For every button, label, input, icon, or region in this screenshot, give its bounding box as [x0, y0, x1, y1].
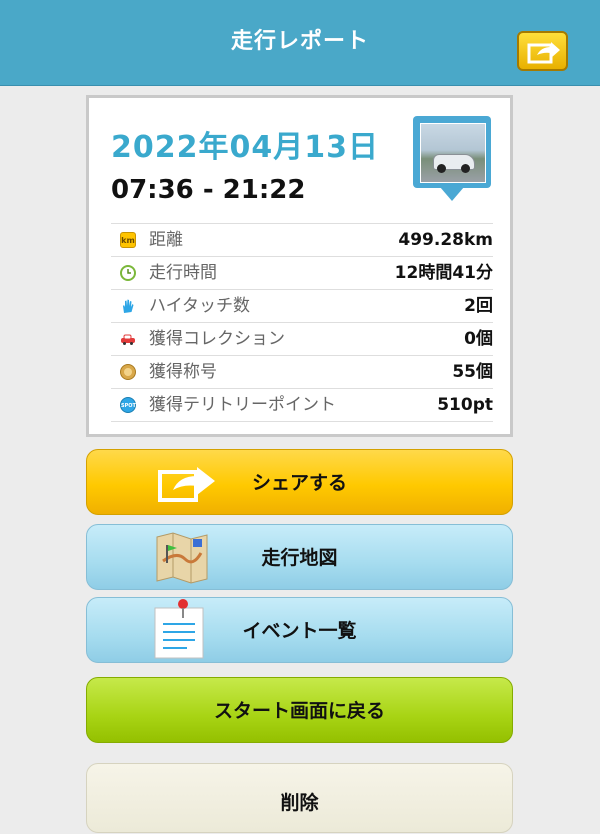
km-icon: km [120, 232, 136, 248]
delete-button-label: 削除 [280, 792, 319, 814]
page-title: 走行レポート [230, 29, 369, 54]
stat-value: 499.28km [398, 230, 493, 250]
stat-label: ハイタッチ数 [149, 296, 250, 316]
stat-row-titles: 獲得称号 55個 [111, 355, 493, 388]
share-button[interactable]: シェアする [86, 449, 513, 515]
medal-icon [120, 364, 136, 380]
hand-icon [120, 298, 136, 314]
car-photo-pin[interactable] [413, 116, 493, 214]
event-list-button-label: イベント一覧 [242, 620, 357, 642]
stat-row-territory: SPOT 獲得テリトリーポイント 510pt [111, 388, 493, 422]
photo-frame [413, 116, 491, 188]
drive-map-button[interactable]: 走行地図 [86, 524, 513, 590]
car-photo-icon [420, 123, 486, 183]
stat-label: 走行時間 [149, 263, 217, 283]
stat-row-drive-time: 走行時間 12時間41分 [111, 256, 493, 289]
car-icon [120, 331, 136, 347]
report-time-range: 07:36 - 21:22 [111, 175, 306, 205]
stat-label: 獲得称号 [149, 362, 217, 382]
clock-icon [120, 265, 136, 281]
event-list-button[interactable]: イベント一覧 [86, 597, 513, 663]
stat-value: 0個 [464, 329, 493, 349]
stat-value: 2回 [464, 296, 493, 316]
delete-button[interactable]: 削除 [86, 763, 513, 833]
map-icon [156, 532, 208, 584]
report-date: 2022年04月13日 [111, 130, 379, 165]
memo-pin-icon [154, 599, 204, 659]
stat-label: 獲得テリトリーポイント [149, 395, 336, 415]
pin-tip [440, 187, 464, 201]
stat-label: 獲得コレクション [149, 329, 285, 349]
stat-row-distance: km 距離 499.28km [111, 223, 493, 256]
share-icon [527, 42, 560, 64]
back-to-start-button[interactable]: スタート画面に戻る [86, 677, 513, 743]
stat-value: 12時間41分 [394, 263, 493, 283]
stat-row-high-touch: ハイタッチ数 2回 [111, 289, 493, 322]
stat-value: 55個 [452, 362, 493, 382]
stat-value: 510pt [437, 395, 493, 415]
share-button-label: シェアする [251, 472, 347, 494]
stat-label: 距離 [149, 230, 183, 250]
back-to-start-button-label: スタート画面に戻る [213, 700, 385, 722]
drive-map-button-label: 走行地図 [261, 547, 338, 569]
share-icon [158, 467, 215, 502]
spot-icon: SPOT [120, 397, 136, 413]
report-card: 2022年04月13日 07:36 - 21:22 km 距離 499.28km… [86, 95, 513, 437]
stat-row-collection: 獲得コレクション 0個 [111, 322, 493, 355]
share-header-button[interactable] [517, 31, 568, 71]
stats-list: km 距離 499.28km 走行時間 12時間41分 ハイタッチ数 2回 獲得… [111, 223, 493, 422]
